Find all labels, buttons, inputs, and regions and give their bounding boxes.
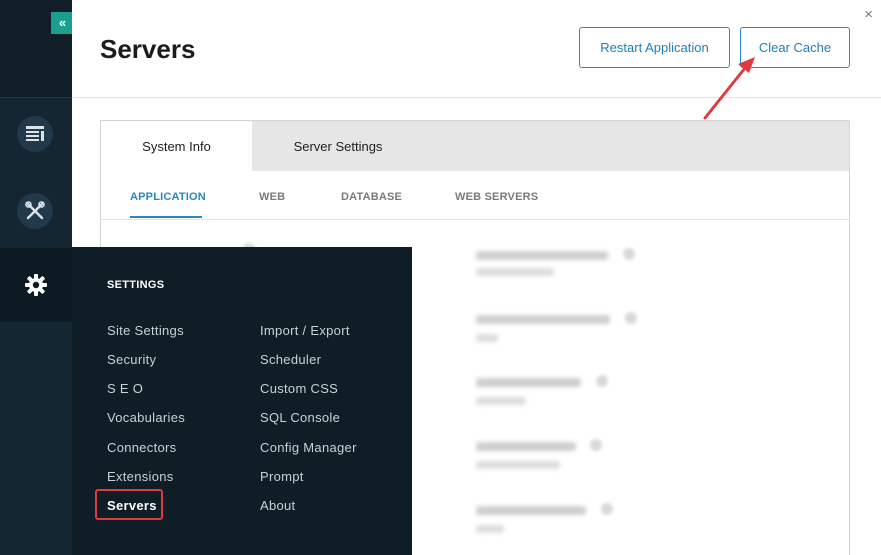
annotation-arrow-icon: [703, 57, 755, 120]
